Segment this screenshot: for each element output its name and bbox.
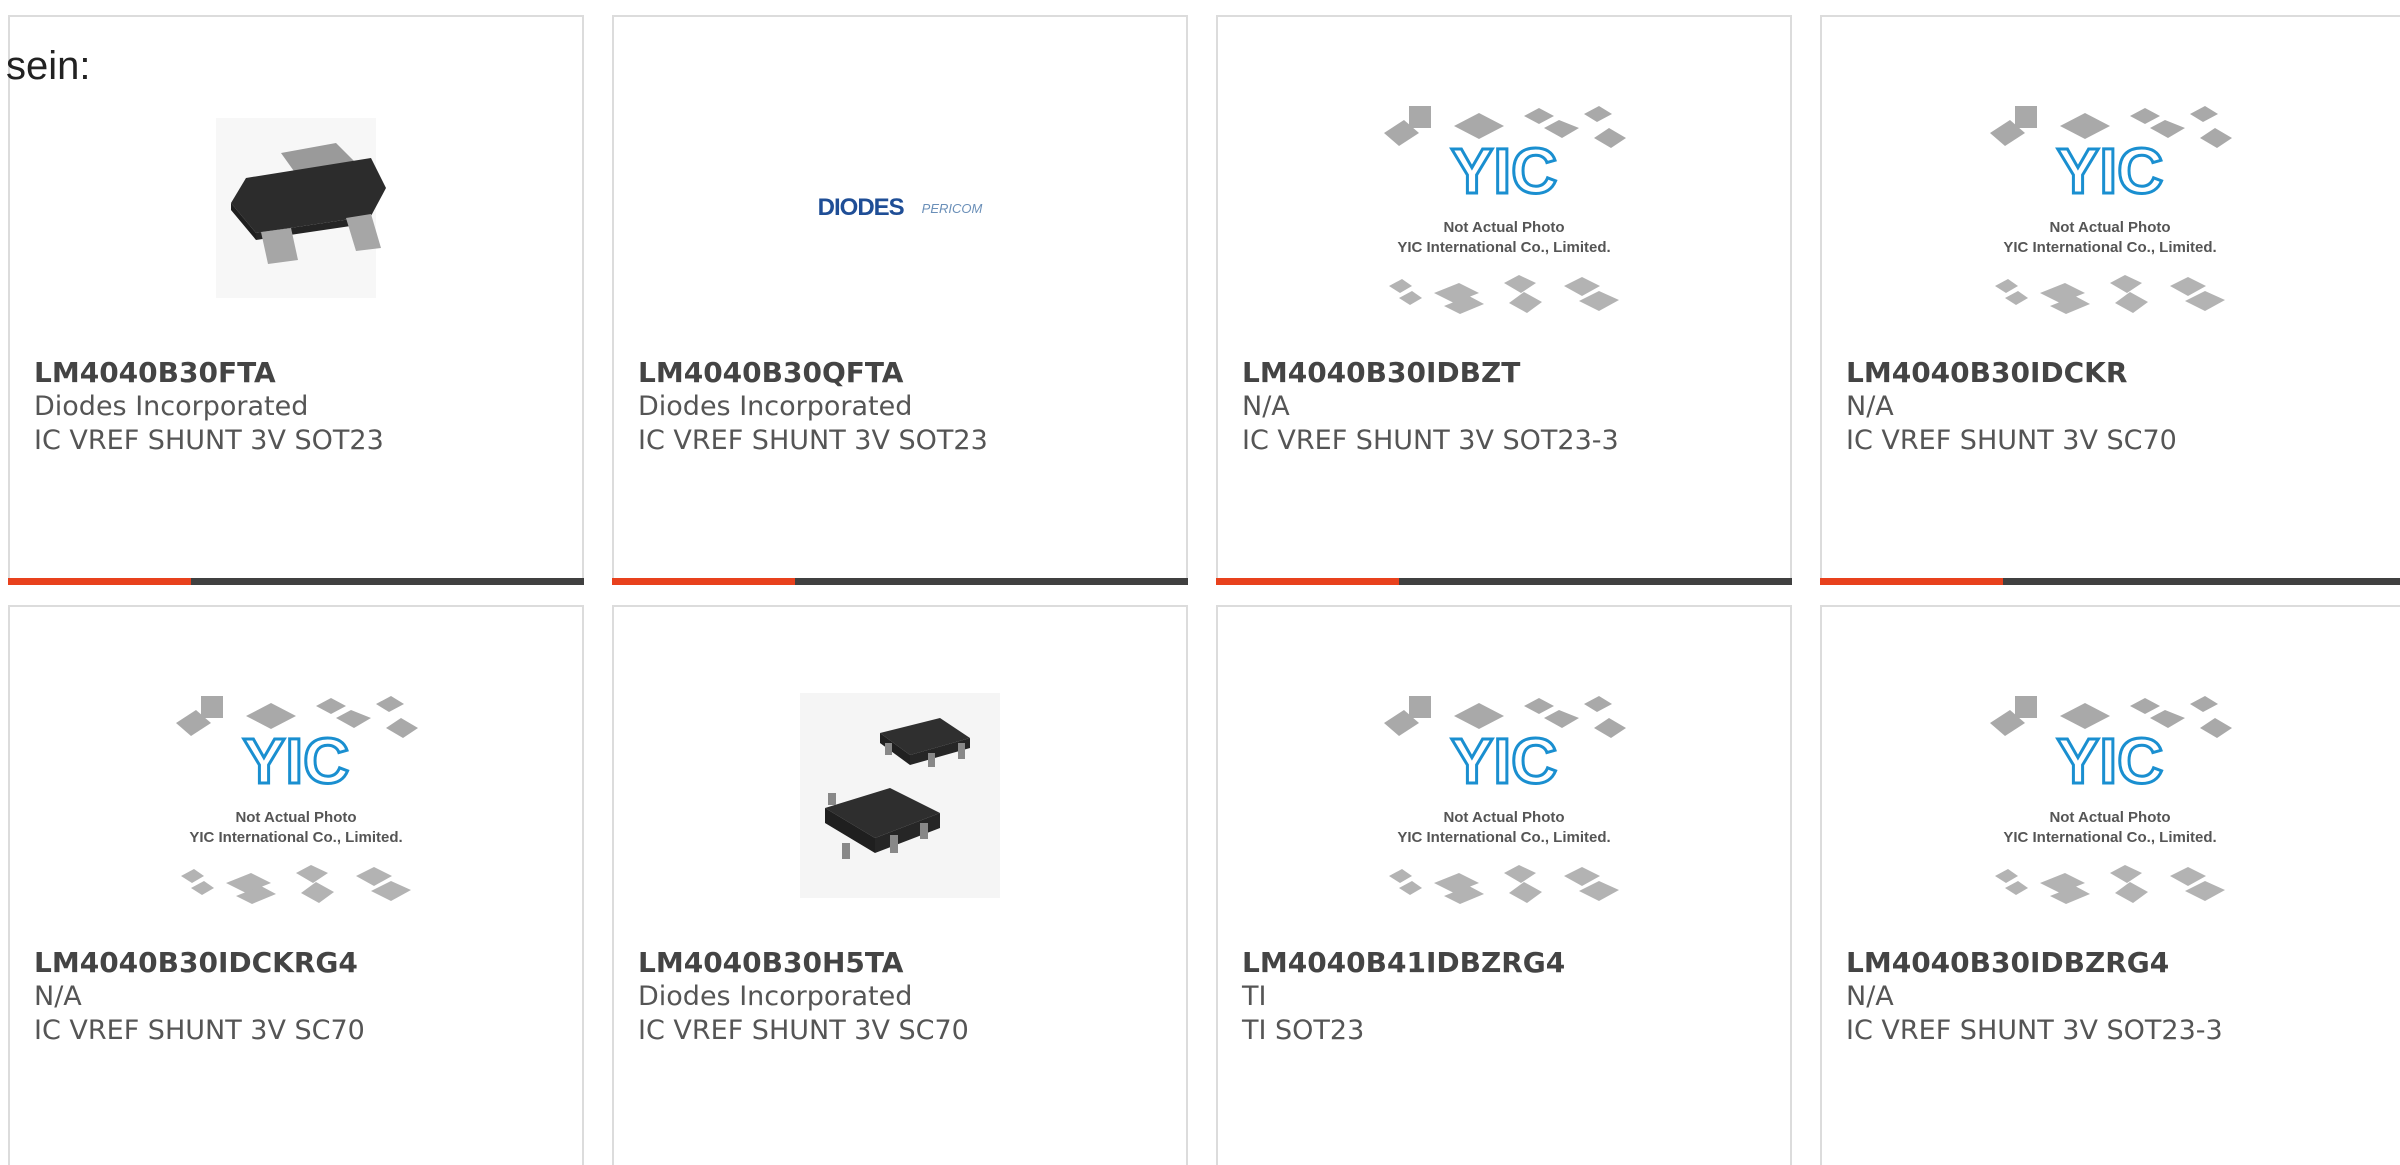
svg-text:Not Actual Photo: Not Actual Photo	[1443, 219, 1564, 236]
manufacturer: N/A	[1242, 391, 1290, 422]
product-card[interactable]: LM4040B30FTA Diodes Incorporated IC VREF…	[8, 15, 584, 585]
svg-text:YIC: YIC	[243, 725, 350, 797]
product-card[interactable]: YIC Not Actual Photo YIC International C…	[1820, 605, 2400, 1165]
svg-text:YIC International Co., Limited: YIC International Co., Limited.	[1397, 239, 1610, 256]
description: IC VREF SHUNT 3V SOT23-3	[1846, 1015, 2223, 1046]
svg-text:Not Actual Photo: Not Actual Photo	[1443, 809, 1564, 826]
description: IC VREF SHUNT 3V SOT23	[638, 425, 988, 456]
card-accent-bar	[8, 578, 584, 585]
product-card[interactable]: DIODES PERICOM LM4040B30QFTA Diodes Inco…	[612, 15, 1188, 585]
yic-placeholder-icon: YIC Not Actual Photo YIC International C…	[176, 696, 418, 904]
manufacturer: N/A	[1846, 391, 1894, 422]
card-accent-bar	[1216, 578, 1792, 585]
product-grid: LM4040B30FTA Diodes Incorporated IC VREF…	[8, 15, 2400, 1165]
svg-text:YIC International Co., Limited: YIC International Co., Limited.	[189, 829, 402, 846]
sc70-chip-icon	[800, 693, 1000, 898]
svg-text:YIC: YIC	[2057, 135, 2164, 207]
yic-placeholder-icon: YIC Not Actual Photo YIC International C…	[1384, 696, 1626, 904]
part-number[interactable]: LM4040B30IDBZRG4	[1846, 945, 2223, 980]
product-card[interactable]: YIC Not Actual Photo YIC International C…	[1216, 15, 1792, 585]
description: IC VREF SHUNT 3V SOT23-3	[1242, 425, 1619, 456]
product-card[interactable]: YIC Not Actual Photo YIC International C…	[1216, 605, 1792, 1165]
svg-text:Not Actual Photo: Not Actual Photo	[2049, 219, 2170, 236]
svg-text:YIC International Co., Limited: YIC International Co., Limited.	[2003, 829, 2216, 846]
product-image	[146, 93, 446, 323]
product-image	[750, 683, 1050, 913]
svg-text:YIC: YIC	[2057, 725, 2164, 797]
manufacturer: Diodes Incorporated	[638, 981, 913, 1012]
manufacturer: Diodes Incorporated	[34, 391, 309, 422]
part-number[interactable]: LM4040B30FTA	[34, 355, 384, 390]
manufacturer: N/A	[1846, 981, 1894, 1012]
description: TI SOT23	[1242, 1015, 1365, 1046]
product-image: YIC Not Actual Photo YIC International C…	[146, 683, 446, 913]
svg-text:YIC International Co., Limited: YIC International Co., Limited.	[2003, 239, 2216, 256]
svg-text:Not Actual Photo: Not Actual Photo	[2049, 809, 2170, 826]
product-image: YIC Not Actual Photo YIC International C…	[1960, 683, 2260, 913]
sot23-chip-icon	[216, 118, 386, 298]
card-accent-bar	[612, 578, 1188, 585]
product-card[interactable]: LM4040B30H5TA Diodes Incorporated IC VRE…	[612, 605, 1188, 1165]
yic-placeholder-icon: YIC Not Actual Photo YIC International C…	[1990, 696, 2232, 904]
product-image: YIC Not Actual Photo YIC International C…	[1960, 93, 2260, 323]
product-image: YIC Not Actual Photo YIC International C…	[1354, 93, 1654, 323]
svg-text:YIC: YIC	[1451, 725, 1558, 797]
product-image: YIC Not Actual Photo YIC International C…	[1354, 683, 1654, 913]
card-accent-bar	[1820, 578, 2400, 585]
manufacturer: Diodes Incorporated	[638, 391, 913, 422]
product-card[interactable]: YIC Not Actual Photo YIC International C…	[1820, 15, 2400, 585]
intro-text: sein:	[6, 44, 91, 88]
description: IC VREF SHUNT 3V SC70	[34, 1015, 365, 1046]
yic-placeholder-icon: YIC Not Actual Photo YIC International C…	[1990, 106, 2232, 314]
svg-text:YIC: YIC	[1451, 135, 1558, 207]
yic-placeholder-icon: YIC Not Actual Photo YIC International C…	[1384, 106, 1626, 314]
manufacturer: N/A	[34, 981, 82, 1012]
description: IC VREF SHUNT 3V SC70	[638, 1015, 969, 1046]
manufacturer: TI	[1242, 981, 1267, 1012]
svg-text:YIC International Co., Limited: YIC International Co., Limited.	[1397, 829, 1610, 846]
svg-text:Not Actual Photo: Not Actual Photo	[235, 809, 356, 826]
part-number[interactable]: LM4040B41IDBZRG4	[1242, 945, 1565, 980]
description: IC VREF SHUNT 3V SOT23	[34, 425, 384, 456]
product-image: DIODES PERICOM	[750, 93, 1050, 323]
part-number[interactable]: LM4040B30IDCKRG4	[34, 945, 365, 980]
part-number[interactable]: LM4040B30QFTA	[638, 355, 988, 390]
description: IC VREF SHUNT 3V SC70	[1846, 425, 2177, 456]
part-number[interactable]: LM4040B30IDCKR	[1846, 355, 2177, 390]
part-number[interactable]: LM4040B30H5TA	[638, 945, 969, 980]
part-number[interactable]: LM4040B30IDBZT	[1242, 355, 1619, 390]
diodes-logo: DIODES PERICOM	[817, 194, 983, 221]
product-card[interactable]: YIC Not Actual Photo YIC International C…	[8, 605, 584, 1165]
